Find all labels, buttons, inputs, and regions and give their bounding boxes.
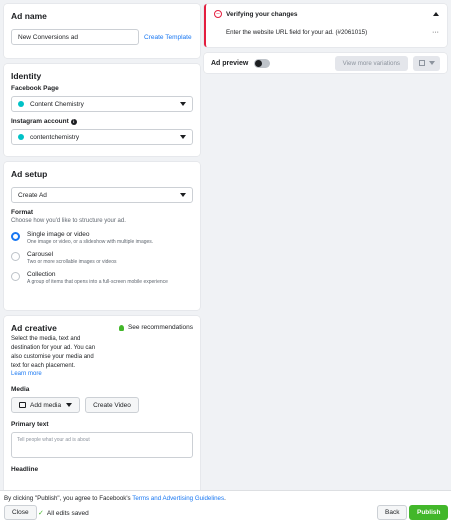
ad-setup-value: Create Ad xyxy=(18,191,47,199)
media-label: Media xyxy=(11,386,30,393)
facebook-page-select[interactable]: Content Chemistry xyxy=(11,96,193,112)
save-status: ✓ All edits saved xyxy=(38,509,89,518)
add-media-button[interactable]: Add media xyxy=(11,397,81,413)
headline-label: Headline xyxy=(11,466,39,473)
publish-label: Publish xyxy=(417,509,441,516)
chevron-down-icon xyxy=(180,193,186,197)
chevron-down-icon xyxy=(180,102,186,106)
ad-setup-select[interactable]: Create Ad xyxy=(11,187,193,203)
external-link-icon xyxy=(418,60,425,66)
create-template-link[interactable]: Create Template xyxy=(144,34,192,41)
terms-notice-suffix: . xyxy=(224,495,226,502)
ad-creative-title: Ad creative xyxy=(11,323,57,333)
save-status-label: All edits saved xyxy=(46,509,89,517)
format-option-carousel[interactable]: Carousel Two or more scrollable images or… xyxy=(11,251,193,265)
add-media-label: Add media xyxy=(30,401,62,409)
checkmark-icon: ✓ xyxy=(38,510,44,517)
image-icon xyxy=(19,402,26,408)
option-desc: A group of items that opens into a full-… xyxy=(27,279,168,285)
chevron-up-icon[interactable] xyxy=(433,12,439,16)
back-button[interactable]: Back xyxy=(377,505,408,520)
instagram-account-label-text: Instagram account xyxy=(11,118,69,125)
facebook-page-value: Content Chemistry xyxy=(30,100,84,108)
option-title: Collection xyxy=(27,271,56,278)
instagram-account-label: Instagram account i xyxy=(11,118,193,125)
error-icon: – xyxy=(214,10,222,18)
chevron-down-icon xyxy=(428,61,435,65)
radio-unselected[interactable] xyxy=(11,272,20,281)
see-recommendations-label: See recommendations xyxy=(127,324,193,331)
format-label: Format xyxy=(11,209,34,216)
chevron-down-icon xyxy=(66,403,73,407)
ad-creative-card: Ad creative Select the media, text and d… xyxy=(4,316,200,506)
chevron-down-icon xyxy=(180,135,186,139)
ad-creative-description: Select the media, text and destination f… xyxy=(11,336,96,369)
format-description: Choose how you'd like to structure your … xyxy=(11,218,126,224)
create-video-button[interactable]: Create Video xyxy=(85,397,139,413)
lightbulb-icon xyxy=(118,324,124,331)
left-column: Ad name New Conversions ad Create Templa… xyxy=(4,4,200,506)
instagram-account-select[interactable]: contentchemistry xyxy=(11,129,193,145)
see-recommendations-link[interactable]: See recommendations xyxy=(118,324,193,331)
radio-selected[interactable] xyxy=(11,232,20,241)
info-icon[interactable]: i xyxy=(70,118,77,125)
primary-text-placeholder: Tell people what your ad is about xyxy=(17,437,90,443)
ad-name-card: Ad name New Conversions ad Create Templa… xyxy=(4,4,200,58)
ad-preview-toggle[interactable] xyxy=(254,58,271,68)
option-title: Single image or video xyxy=(27,231,90,238)
terms-notice-prefix: By clicking "Publish", you agree to Face… xyxy=(4,495,133,502)
option-desc: Two or more scrollable images or videos xyxy=(27,259,117,265)
view-more-variations-button[interactable]: View more variations xyxy=(334,55,408,71)
radio-unselected[interactable] xyxy=(11,252,20,261)
ad-setup-card: Ad setup Create Ad Format Choose how you… xyxy=(4,162,200,310)
ad-name-title: Ad name xyxy=(11,11,47,21)
learn-more-link[interactable]: Learn more xyxy=(11,371,103,377)
instagram-account-value: contentchemistry xyxy=(30,133,80,141)
view-more-variations-label: View more variations xyxy=(342,59,400,67)
ad-setup-title: Ad setup xyxy=(11,169,48,179)
format-option-collection[interactable]: Collection A group of items that opens in… xyxy=(11,271,193,285)
share-dropdown-button[interactable] xyxy=(413,55,440,71)
verify-panel: – Verifying your changes Enter the websi… xyxy=(204,4,447,47)
ad-preview-bar: Ad preview View more variations xyxy=(204,53,447,73)
terms-notice: By clicking "Publish", you agree to Face… xyxy=(4,495,226,502)
option-desc: One image or video, or a slideshow with … xyxy=(27,239,154,245)
close-button[interactable]: Close xyxy=(4,505,37,520)
format-option-single[interactable]: Single image or video One image or video,… xyxy=(11,231,193,245)
instagram-avatar-icon xyxy=(18,134,24,140)
verify-title: Verifying your changes xyxy=(226,10,298,18)
right-column: – Verifying your changes Enter the websi… xyxy=(204,4,447,73)
verify-message: Enter the website URL field for your ad.… xyxy=(226,29,368,36)
create-video-label: Create Video xyxy=(93,401,131,409)
footer-bar: By clicking "Publish", you agree to Face… xyxy=(0,490,451,523)
primary-text-label: Primary text xyxy=(11,421,49,428)
terms-link[interactable]: Terms and Advertising Guidelines xyxy=(132,495,224,502)
publish-button[interactable]: Publish xyxy=(409,505,449,520)
more-options-icon[interactable]: ··· xyxy=(432,29,439,36)
ad-name-value: New Conversions ad xyxy=(18,33,78,41)
page-avatar-icon xyxy=(18,101,24,107)
close-label: Close xyxy=(12,509,29,516)
facebook-page-label: Facebook Page xyxy=(11,85,59,92)
option-title: Carousel xyxy=(27,251,54,258)
ad-preview-label: Ad preview xyxy=(211,59,249,67)
identity-title: Identity xyxy=(11,71,42,81)
primary-text-input[interactable]: Tell people what your ad is about xyxy=(11,432,193,458)
ad-name-input[interactable]: New Conversions ad xyxy=(11,29,139,45)
back-label: Back xyxy=(385,509,400,516)
identity-card: Identity Facebook Page Content Chemistry… xyxy=(4,64,200,156)
